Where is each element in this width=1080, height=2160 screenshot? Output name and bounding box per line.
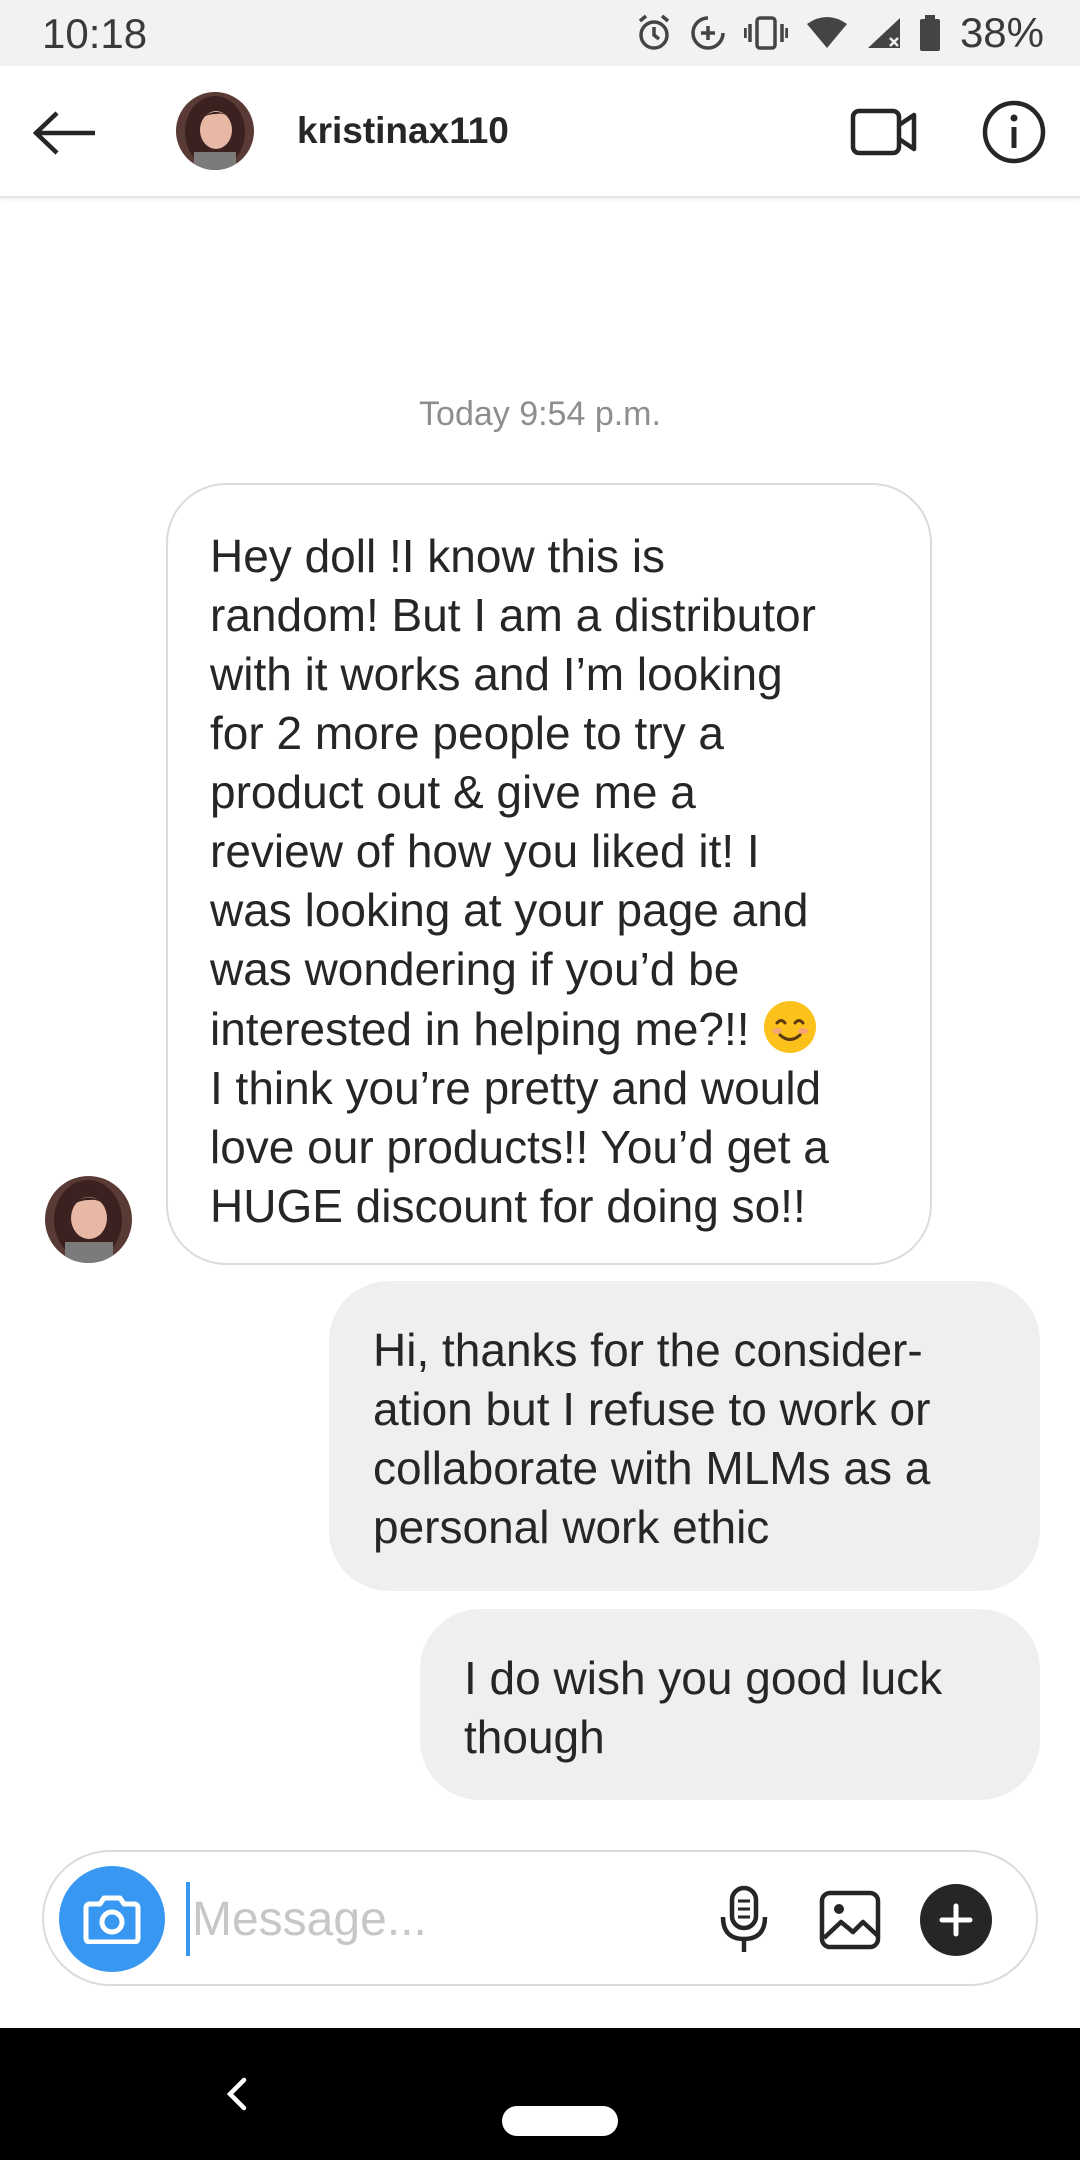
vibrate-icon: [743, 16, 788, 50]
chevron-left-icon: [226, 2077, 247, 2111]
info-icon: [982, 100, 1046, 164]
smiling-face-emoji-icon: [764, 1001, 817, 1053]
wifi-icon: [806, 17, 847, 48]
microphone-button[interactable]: [706, 1882, 782, 1958]
sender-avatar[interactable]: [45, 1176, 132, 1263]
chat-username[interactable]: kristinax110: [297, 110, 509, 152]
alarm-icon: [638, 14, 670, 50]
camera-button[interactable]: [59, 1866, 165, 1972]
message-composer: [42, 1850, 1038, 1986]
nav-back-button[interactable]: [216, 2066, 256, 2122]
info-button[interactable]: [978, 96, 1050, 168]
battery-icon: [919, 15, 940, 51]
navigation-bar: [0, 2028, 1080, 2160]
microphone-icon: [720, 1885, 768, 1952]
incoming-message-text-continued: I think you’re pretty and would love our…: [210, 1062, 829, 1232]
avatar[interactable]: [176, 92, 254, 170]
image-icon: [819, 1890, 881, 1950]
outgoing-message[interactable]: Hi, thanks for the consider- ation but I…: [329, 1281, 1040, 1591]
battery-percentage: 38%: [959, 9, 1044, 56]
video-camera-icon: [850, 108, 917, 156]
data-saver-icon: [691, 16, 725, 50]
chat-header: kristinax110: [0, 66, 1080, 198]
camera-icon: [83, 1895, 141, 1944]
plus-icon: [939, 1903, 973, 1937]
more-options-button[interactable]: [920, 1884, 992, 1956]
message-timestamp: Today 9:54 p.m.: [419, 395, 661, 433]
back-button[interactable]: [28, 96, 102, 170]
status-time: 10:18: [42, 10, 148, 57]
incoming-message-text: Hey doll !I know this is random! But I a…: [210, 530, 816, 1055]
status-icons: 38%: [636, 9, 1044, 56]
outgoing-message[interactable]: I do wish you good luck though: [420, 1609, 1040, 1800]
gallery-button[interactable]: [814, 1884, 886, 1956]
home-pill-icon[interactable]: [502, 2106, 618, 2136]
message-input[interactable]: [186, 1882, 706, 1956]
status-bar: 10:18 38%: [0, 0, 1080, 66]
arrow-left-icon: [33, 111, 95, 155]
incoming-message[interactable]: Hey doll !I know this is random! But I a…: [166, 483, 932, 1265]
video-call-button[interactable]: [848, 100, 920, 164]
signal-icon: [867, 18, 900, 48]
